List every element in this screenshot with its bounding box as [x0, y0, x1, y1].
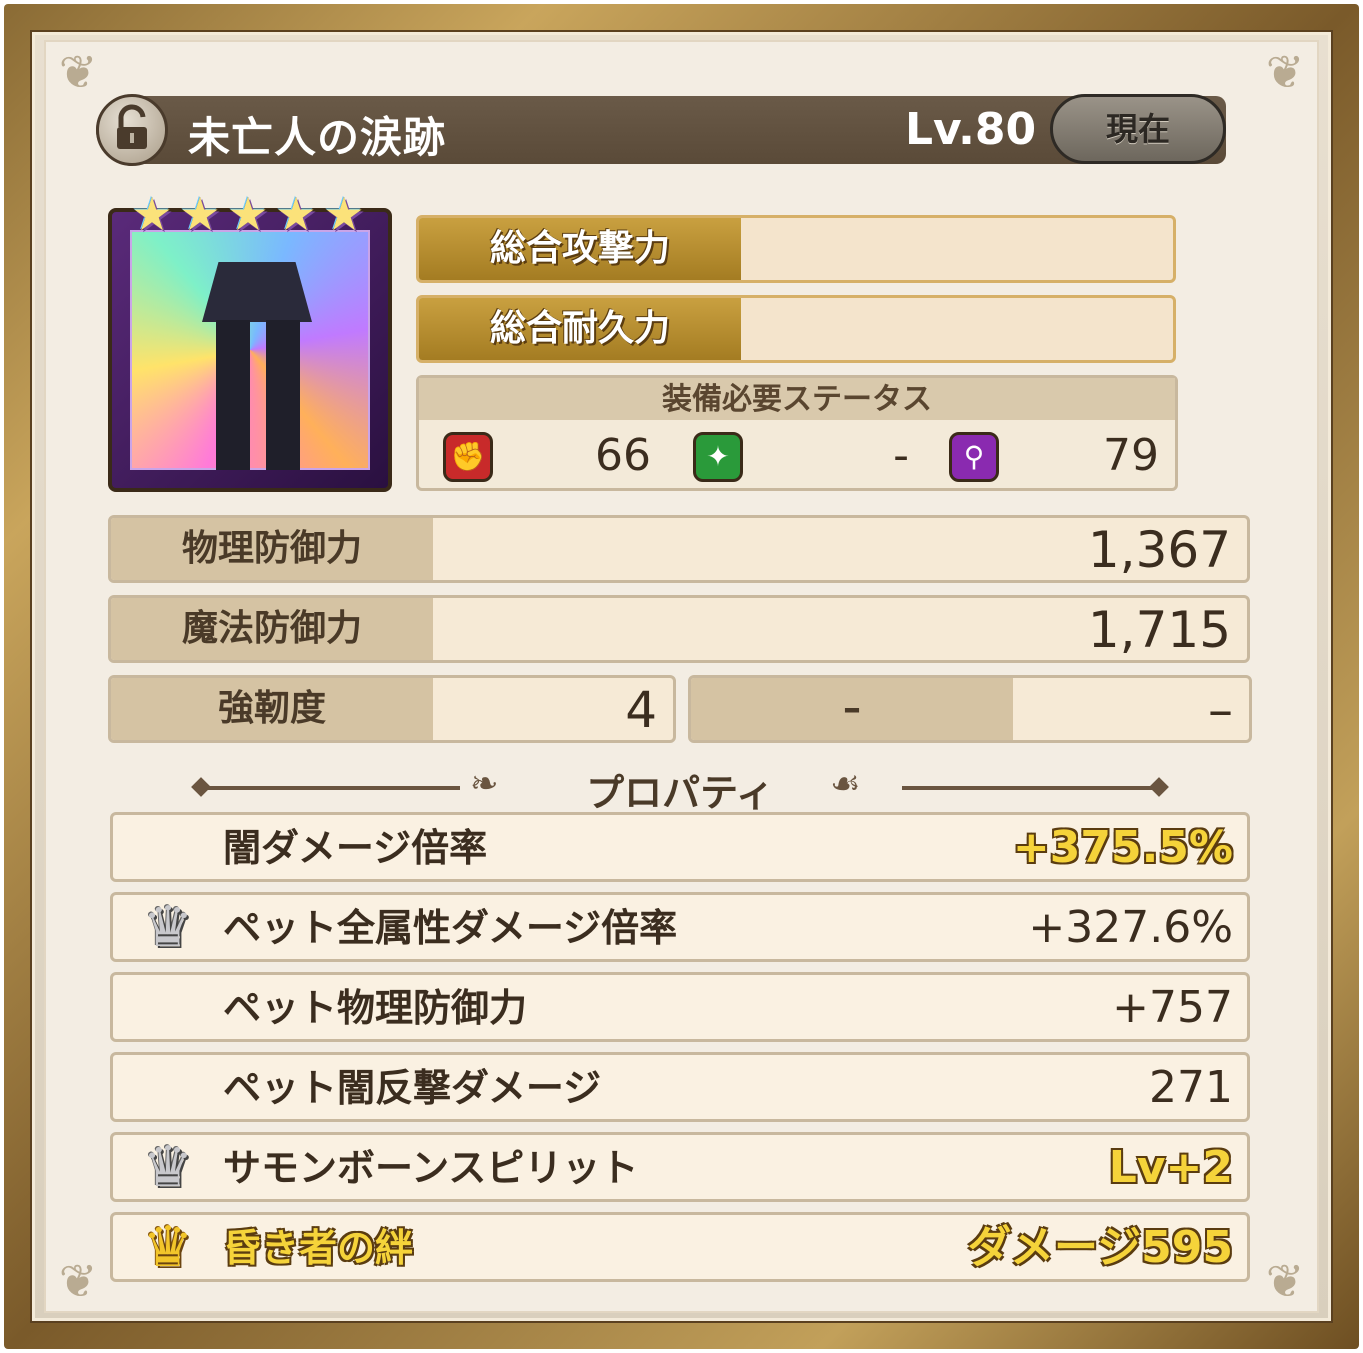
agility-requirement: -	[893, 430, 909, 481]
corner-ornament-icon: ❦	[58, 45, 98, 99]
item-icon-card[interactable]	[108, 208, 392, 492]
magic-defense-value: 1,715	[1087, 601, 1231, 659]
flourish-left-icon: ❧	[470, 764, 499, 804]
strength-fist-icon: ✊	[443, 432, 493, 482]
property-row: ♛ 昏き者の絆 ダメージ595	[110, 1212, 1250, 1282]
total-durability-label: 総合耐久力	[419, 298, 741, 360]
property-row: ペット物理防御力 +757	[110, 972, 1250, 1042]
property-row: ♛ サモンボーンスピリット Lv+2	[110, 1132, 1250, 1202]
toughness-row: 強靭度 4	[108, 675, 676, 743]
item-title: 未亡人の涙跡	[188, 113, 447, 162]
required-status-box: 装備必要ステータス ✊ 66 ✦ - ⚲ 79	[416, 375, 1178, 491]
property-name: ペット闇反撃ダメージ	[223, 1066, 602, 1110]
silver-crown-icon: ♛	[142, 1135, 194, 1200]
corner-ornament-icon: ❦	[1265, 45, 1305, 99]
rarity-star-icon: ★	[323, 187, 365, 241]
property-row: ペット闇反撃ダメージ 271	[110, 1052, 1250, 1122]
property-value: 271	[1149, 1062, 1233, 1113]
total-attack-label: 総合攻撃力	[419, 218, 741, 280]
physical-defense-value: 1,367	[1087, 521, 1231, 579]
current-button[interactable]: 現在	[1050, 94, 1226, 164]
physical-defense-row: 物理防御力 1,367	[108, 515, 1250, 583]
property-value: +757	[1112, 982, 1233, 1033]
rarity-star-icon: ★	[131, 187, 173, 241]
total-attack-row: 総合攻撃力	[416, 215, 1176, 283]
agility-green-icon: ✦	[693, 432, 743, 482]
magic-defense-label: 魔法防御力	[111, 598, 433, 660]
extra-stat-value: –	[1208, 681, 1233, 739]
magic-requirement: 79	[1103, 430, 1159, 481]
property-title: プロパティ	[586, 771, 774, 815]
property-value: +375.5%	[1012, 822, 1233, 873]
flourish-right-icon: ☙	[830, 764, 861, 804]
property-value: ダメージ595	[967, 1222, 1233, 1273]
strength-requirement: 66	[595, 430, 651, 481]
rarity-star-icon: ★	[275, 187, 317, 241]
rarity-star-icon: ★	[179, 187, 221, 241]
lock-toggle-button[interactable]	[96, 94, 168, 166]
rarity-stars: ★ ★ ★ ★ ★	[130, 187, 370, 241]
corner-ornament-icon: ❦	[1265, 1254, 1305, 1308]
physical-defense-label: 物理防御力	[111, 518, 433, 580]
extra-stat-label: –	[691, 678, 1013, 740]
property-name: 昏き者の絆	[223, 1226, 414, 1270]
black-skirt-stockings-equipment-icon	[130, 230, 370, 470]
property-name: 闇ダメージ倍率	[223, 826, 488, 870]
magic-defense-row: 魔法防御力 1,715	[108, 595, 1250, 663]
property-header: ❧ プロパティ ☙	[190, 758, 1170, 816]
property-name: ペット物理防御力	[223, 986, 528, 1030]
toughness-value: 4	[625, 681, 657, 739]
rarity-star-icon: ★	[227, 187, 269, 241]
extra-stat-row: – –	[688, 675, 1252, 743]
silver-crown-icon: ♛	[142, 895, 194, 960]
total-durability-row: 総合耐久力	[416, 295, 1176, 363]
property-row: ♛ ペット全属性ダメージ倍率 +327.6%	[110, 892, 1250, 962]
required-status-title: 装備必要ステータス	[419, 378, 1175, 420]
unlocked-padlock-icon	[117, 104, 147, 149]
item-level: Lv.80	[905, 104, 1037, 155]
property-value: Lv+2	[1108, 1142, 1233, 1193]
property-value: +327.6%	[1028, 902, 1233, 953]
property-row: 闇ダメージ倍率 +375.5%	[110, 812, 1250, 882]
gold-crown-icon: ♛	[142, 1215, 194, 1280]
property-name: サモンボーンスピリット	[223, 1146, 639, 1190]
toughness-label: 強靭度	[111, 678, 433, 740]
property-name: ペット全属性ダメージ倍率	[223, 906, 678, 950]
magic-wand-icon: ⚲	[949, 432, 999, 482]
corner-ornament-icon: ❦	[58, 1254, 98, 1308]
